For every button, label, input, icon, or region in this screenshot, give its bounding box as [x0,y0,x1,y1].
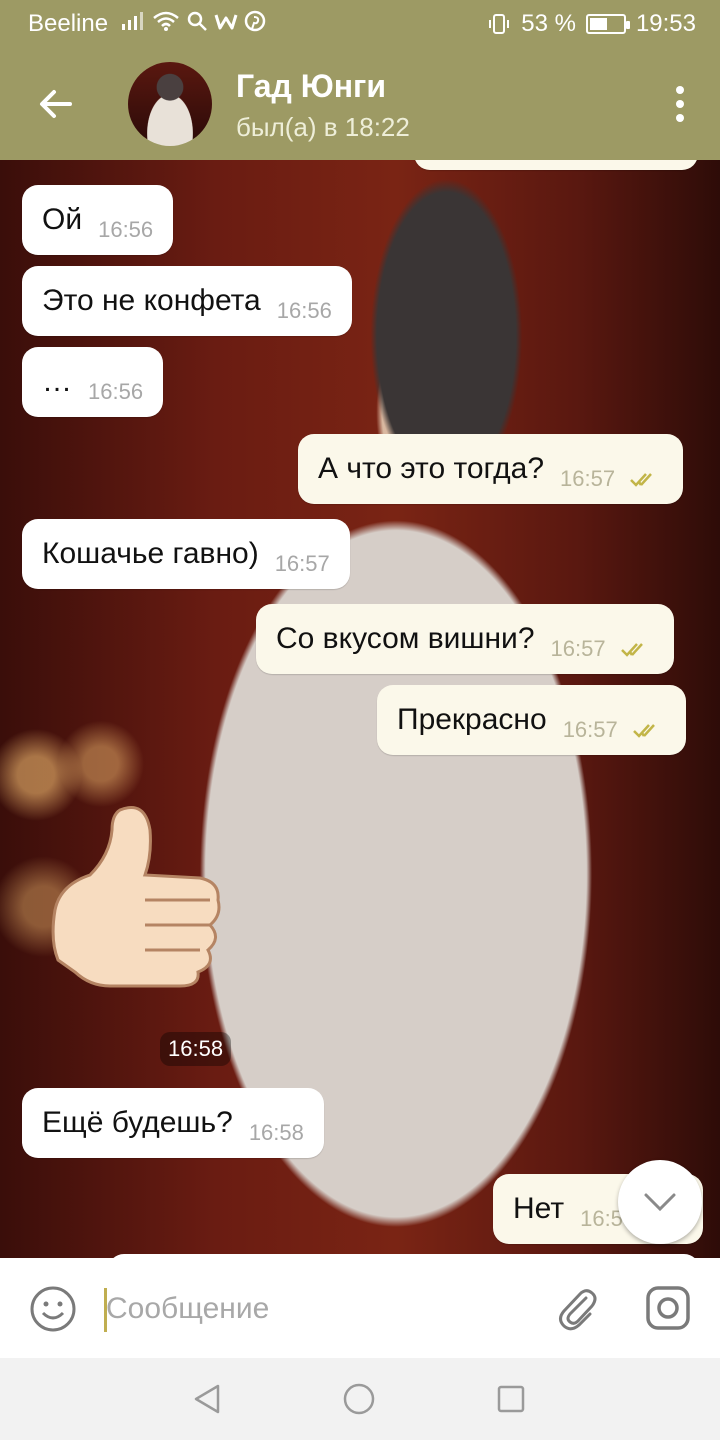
double-check-icon [633,724,656,738]
message-text: Ещё будешь? [42,1106,233,1139]
chat-header: Гад Юнги был(а) в 18:22 [0,48,720,160]
double-check-icon [630,473,653,487]
message-bubble[interactable]: Ещё будешь? 16:58 [22,1088,324,1158]
nav-back-icon[interactable] [190,1382,224,1416]
contact-status: был(а) в 18:22 [236,112,410,142]
message-text: Нет [513,1192,565,1225]
clock: 19:53 [635,10,696,37]
signal-icon [122,12,143,30]
more-vertical-icon[interactable] [672,84,688,124]
message-time: 16:57 [560,466,616,491]
carrier-name: Beeline [28,10,109,37]
nav-recent-icon[interactable] [496,1384,526,1414]
message-bubble[interactable]: Ой 16:56 [22,185,174,255]
message-text: Кошачье гавно) [42,537,259,570]
message-time: 16:57 [562,717,618,742]
vibrate-icon [489,14,510,34]
scroll-down-button[interactable] [618,1160,702,1244]
message-time: 16:58 [248,1120,304,1145]
battery-level [589,18,607,30]
message-time: 16:57 [274,551,330,576]
contact-name[interactable]: Гад Юнги [236,68,386,105]
system-nav-bar [0,1358,720,1440]
message-bubble-cut [414,160,698,170]
message-bubble[interactable]: Это не конфета 16:56 [22,266,352,336]
sticker-time: 16:58 [160,1032,232,1066]
status-icons [120,10,266,32]
message-time: 16:5 [580,1206,623,1231]
chevron-down-icon [644,1193,676,1212]
message-time: 16:56 [98,217,154,242]
camera-icon[interactable] [644,1284,692,1332]
message-text: А что это тогда? [318,452,545,485]
wifi-icon [153,11,179,31]
paperclip-icon[interactable] [554,1284,600,1332]
nav-home-icon[interactable] [342,1382,376,1416]
wattpad-icon [214,14,238,30]
thumbs-up-sticker[interactable] [50,800,230,990]
message-text: Ой [42,203,83,236]
search-icon [187,11,207,31]
message-bubble[interactable]: Со вкусом вишни? 16:57 [256,604,674,674]
message-input-bar [0,1258,720,1358]
battery-percent: 53 % [521,10,576,37]
message-input[interactable] [106,1284,526,1334]
arrow-left-icon[interactable] [32,80,80,128]
message-text: Прекрасно [397,703,547,736]
message-bubble[interactable]: Прекрасно 16:57 [377,685,687,755]
message-text: … [42,365,72,398]
avatar[interactable] [128,62,212,146]
message-text: Это не конфета [42,284,261,317]
message-text: Со вкусом вишни? [276,622,535,655]
battery-icon [585,14,630,34]
message-bubble[interactable]: Кошачье гавно) 16:57 [22,519,350,589]
message-bubble[interactable]: … 16:56 [22,347,164,417]
message-time: 16:56 [88,379,144,404]
chat-area[interactable]: Ой 16:56 Это не конфета 16:56 … 16:56 А что… [0,160,720,1258]
double-check-icon [621,643,643,657]
pinterest-icon [244,10,266,32]
status-bar: Beeline 53 % 19:53 [0,0,720,48]
message-bubble[interactable]: А что это тогда? 16:57 [298,434,684,504]
emoji-icon[interactable] [28,1284,78,1334]
message-time: 16:56 [276,298,332,323]
message-time: 16:57 [550,636,606,661]
